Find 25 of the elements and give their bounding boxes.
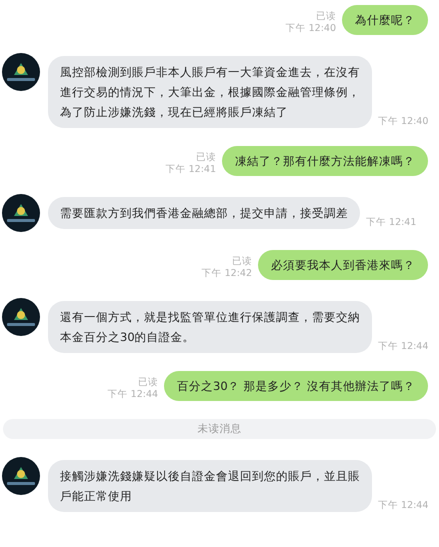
message-time: 下午 12:41: [366, 216, 416, 229]
read-receipt: 已读: [232, 256, 252, 268]
message-time: 下午 12:40: [378, 115, 428, 128]
message-time: 下午 12:40: [286, 23, 336, 35]
avatar-icon[interactable]: [2, 194, 40, 232]
read-receipt: 已读: [196, 152, 216, 164]
sent-message: 百分之30？ 那是多少？ 沒有其他辦法了嗎？: [164, 371, 428, 401]
received-message: 需要匯款方到我們香港金融總部，提交申請，接受調差: [48, 197, 360, 229]
message-time: 下午 12:44: [378, 499, 428, 512]
message-time: 下午 12:44: [378, 340, 428, 353]
message-time: 下午 12:42: [202, 268, 252, 280]
received-message: 風控部檢測到賬戶非本人賬戶有一大筆資金進去，在沒有 進行交易的情況下，大筆出金，根據國際金融管理條例， 為了防止涉嫌洗錢，現在已經將賬戶凍結了: [48, 56, 372, 128]
avatar-icon[interactable]: [2, 457, 40, 495]
message-time: 下午 12:44: [108, 389, 158, 401]
received-message: 接觸涉嫌洗錢嫌疑以後自證金會退回到您的賬戶，並且賬 戶能正常使用: [48, 460, 372, 512]
sent-message: 凍結了？那有什麼方法能解凍嗎？: [222, 146, 428, 176]
unread-divider: 未读消息: [3, 419, 436, 439]
message-time: 下午 12:41: [166, 164, 216, 176]
sent-message: 為什麼呢？: [342, 5, 428, 35]
received-message: 還有一個方式，就是找監管單位進行保護調查，需要交納 本金百分之30的自證金。: [48, 301, 372, 353]
read-receipt: 已读: [316, 11, 336, 23]
sent-message: 必須要我本人到香港來嗎？: [258, 250, 428, 280]
avatar-icon[interactable]: [2, 53, 40, 91]
avatar-icon[interactable]: [2, 298, 40, 336]
read-receipt: 已读: [138, 377, 158, 389]
